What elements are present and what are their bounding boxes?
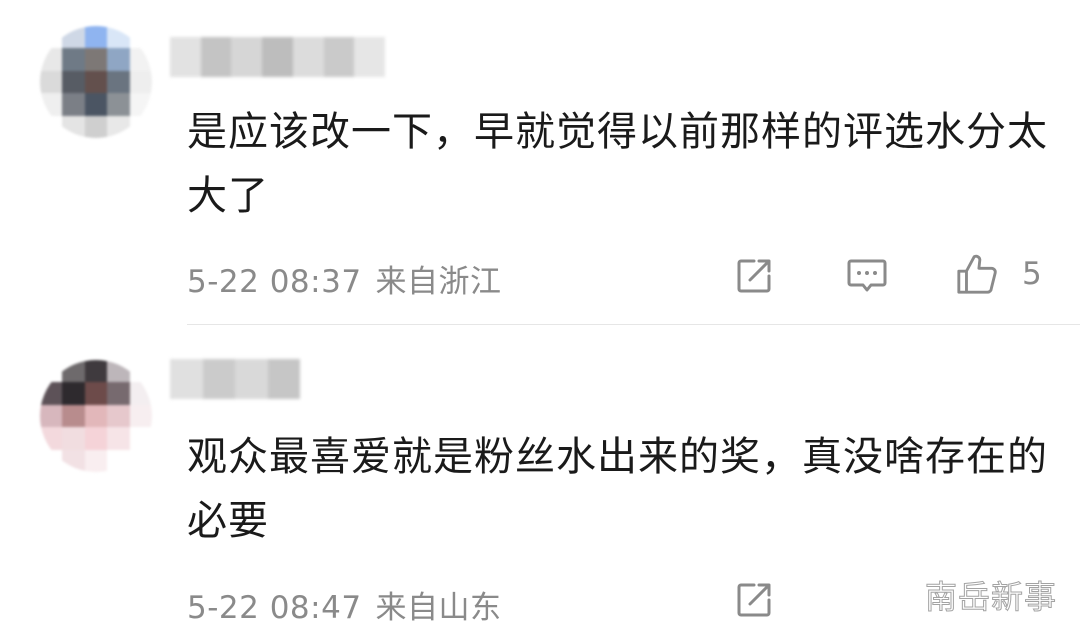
like-button[interactable] [955, 252, 999, 296]
share-button[interactable] [732, 254, 776, 298]
comment-item: 是应该改一下，早就觉得以前那样的评选水分太大了 5-22 08:37 来自浙江 [0, 0, 1080, 325]
share-button[interactable] [732, 578, 776, 622]
comment-text: 观众最喜爱就是粉丝水出来的奖，真没啥存在的必要 [187, 434, 1048, 544]
share-edit-icon [737, 259, 771, 293]
avatar[interactable] [40, 26, 152, 138]
thumbs-up-icon [957, 254, 997, 294]
reply-button[interactable] [845, 254, 889, 298]
username-blurred[interactable] [170, 359, 300, 399]
comment-bubble-icon [847, 259, 887, 292]
comment-date: 5-22 08:47 [187, 590, 362, 626]
comment-location: 来自浙江 [375, 264, 502, 300]
comment-meta: 5-22 08:47 来自山东 [187, 582, 502, 627]
comment-item: 观众最喜爱就是粉丝水出来的奖，真没啥存在的必要 5-22 08:47 来自山东 [0, 325, 1080, 631]
like-count: 5 [1022, 256, 1042, 292]
watermark: 南岳新事 [924, 578, 1058, 617]
username-blurred[interactable] [170, 37, 386, 77]
share-edit-icon [737, 583, 771, 617]
comment-date: 5-22 08:37 [187, 264, 362, 300]
comment-text: 是应该改一下，早就觉得以前那样的评选水分太大了 [187, 109, 1048, 219]
comment-location: 来自山东 [375, 590, 502, 626]
comment-meta: 5-22 08:37 来自浙江 [187, 256, 502, 301]
comment-list: 是应该改一下，早就觉得以前那样的评选水分太大了 5-22 08:37 来自浙江 [0, 0, 1080, 631]
avatar[interactable] [40, 360, 152, 472]
